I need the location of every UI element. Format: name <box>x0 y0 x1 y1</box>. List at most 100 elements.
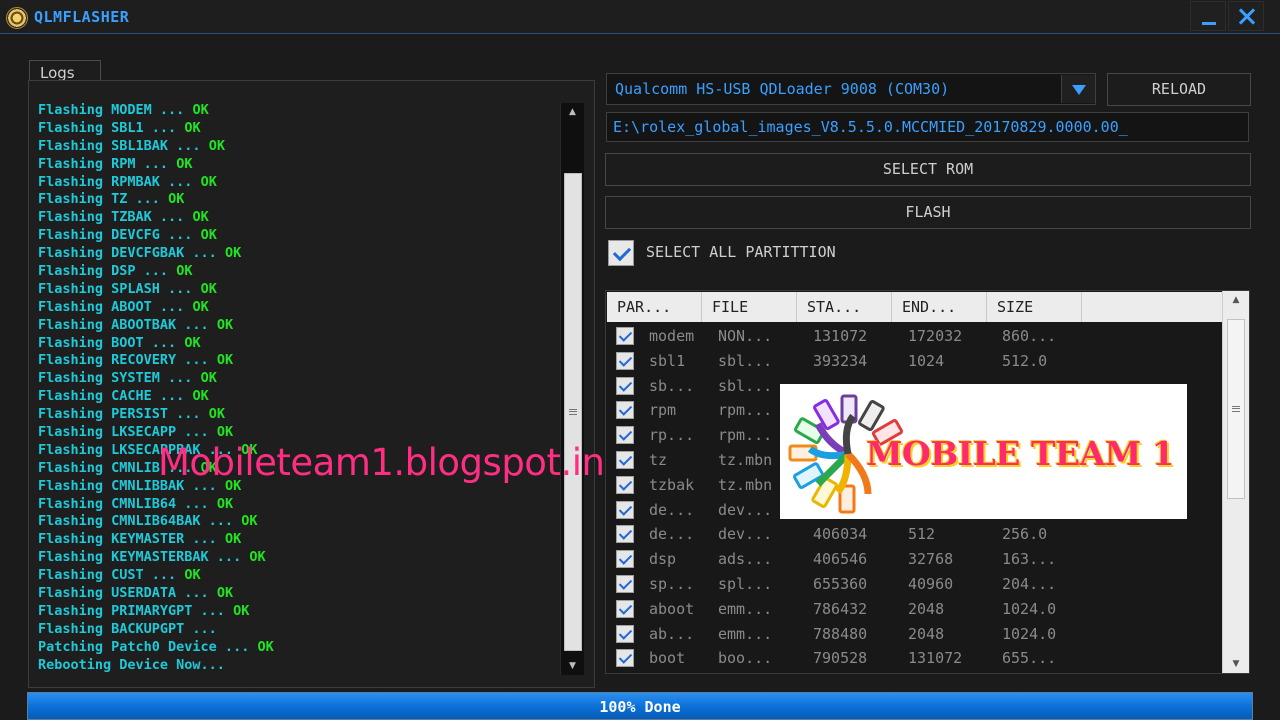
log-line-status: OK <box>176 155 193 172</box>
scroll-up-icon[interactable]: ▲ <box>1223 293 1249 307</box>
row-checkbox[interactable] <box>616 327 634 345</box>
table-row[interactable]: boot boo... 790528 131072 655... <box>612 646 1222 671</box>
row-checkbox[interactable] <box>616 649 634 668</box>
row-checkbox[interactable] <box>616 376 634 395</box>
log-line-text: Flashing USERDATA ... <box>38 585 209 602</box>
column-header-file[interactable]: FILE <box>702 292 797 322</box>
table-row[interactable]: aboot emm... 786432 2048 1024.0 <box>612 597 1222 622</box>
cell-file: tz.mbn <box>718 451 773 469</box>
column-header-start[interactable]: STA... <box>797 292 892 322</box>
log-line-status: OK <box>241 513 258 530</box>
log-line: Flashing SBL1BAK ... OK <box>38 138 558 156</box>
row-checkbox[interactable] <box>616 426 634 445</box>
scroll-down-icon[interactable]: ▼ <box>1223 657 1249 671</box>
log-line: Flashing CACHE ... OK <box>38 388 558 406</box>
row-checkbox[interactable] <box>616 599 634 618</box>
log-line: Flashing SYSTEM ... OK <box>38 370 558 388</box>
log-line: Flashing BACKUPGPT ... <box>38 621 558 639</box>
cell-part: modem <box>649 327 695 345</box>
scroll-up-icon[interactable]: ▲ <box>561 105 584 119</box>
log-line: Flashing MODEM ... OK <box>38 102 558 120</box>
port-select-value: Qualcomm HS-USB QDLoader 9008 (COM30) <box>615 80 950 98</box>
progress-bar: 100% Done <box>27 692 1253 720</box>
select-rom-button[interactable]: SELECT ROM <box>605 153 1251 186</box>
log-line-status: OK <box>168 191 185 208</box>
cell-size: 1024.0 <box>1002 624 1057 643</box>
cell-start: 406034 <box>813 525 868 544</box>
logs-scroll-thumb[interactable] <box>564 173 582 651</box>
log-line-text: Rebooting Device Now... <box>38 656 225 673</box>
log-line: Flashing KEYMASTERBAK ... OK <box>38 549 558 567</box>
cell-file: spl... <box>718 575 773 593</box>
port-select[interactable]: Qualcomm HS-USB QDLoader 9008 (COM30) <box>606 73 1096 105</box>
dropdown-arrow-icon[interactable] <box>1061 75 1095 103</box>
log-line: Flashing ABOOTBAK ... OK <box>38 317 558 335</box>
log-line: Flashing DSP ... OK <box>38 263 558 281</box>
column-header-end[interactable]: END... <box>892 292 987 322</box>
table-scrollbar[interactable]: ▲ ▼ <box>1222 291 1249 673</box>
cell-part: de... <box>649 525 695 544</box>
cell-size: 512.0 <box>1002 351 1048 370</box>
row-checkbox[interactable] <box>616 500 634 519</box>
table-row[interactable]: sp... spl... 655360 40960 204... <box>612 572 1222 597</box>
table-row[interactable]: dsp ads... 406546 32768 163... <box>612 547 1222 572</box>
log-line-text: Flashing CUST ... <box>38 567 177 584</box>
log-line-status: OK <box>184 119 201 136</box>
cell-size: 860... <box>1002 327 1057 345</box>
row-checkbox[interactable] <box>616 351 634 370</box>
log-line-text: Flashing TZ ... <box>38 191 160 208</box>
select-all-checkbox[interactable] <box>608 240 634 266</box>
flash-button[interactable]: FLASH <box>605 196 1251 229</box>
row-checkbox[interactable] <box>616 401 634 420</box>
cell-part: ab... <box>649 624 695 643</box>
cell-part: dsp <box>649 550 677 569</box>
log-line: Flashing LKSECAPP ... OK <box>38 424 558 442</box>
log-line: Flashing PRIMARYGPT ... OK <box>38 603 558 621</box>
log-line-text: Flashing DSP ... <box>38 263 169 280</box>
log-line: Flashing USERDATA ... OK <box>38 585 558 603</box>
log-line: Flashing KEYMASTER ... OK <box>38 531 558 549</box>
row-checkbox[interactable] <box>616 575 634 593</box>
log-line-status: OK <box>200 173 217 190</box>
cell-part: sp... <box>649 575 695 593</box>
table-row[interactable]: de... dev... 406034 512 256.0 <box>612 522 1222 547</box>
cell-size: 256.0 <box>1002 525 1048 544</box>
log-line: Flashing DEVCFG ... OK <box>38 227 558 245</box>
table-header: PAR... FILE STA... END... SIZE <box>607 292 1226 322</box>
row-checkbox[interactable] <box>616 451 634 469</box>
table-row[interactable]: sbl1 sbl... 393234 1024 512.0 <box>612 349 1222 374</box>
cell-file: emm... <box>718 599 773 618</box>
log-line-text: Flashing SYSTEM ... <box>38 370 193 387</box>
close-button[interactable] <box>1228 1 1264 31</box>
table-scroll-thumb[interactable] <box>1227 319 1245 499</box>
table-row[interactable]: ab... emm... 788480 2048 1024.0 <box>612 622 1222 647</box>
reload-button[interactable]: RELOAD <box>1107 73 1251 106</box>
log-line: Flashing RPM ... OK <box>38 156 558 174</box>
row-checkbox[interactable] <box>616 475 634 494</box>
log-line-text: Flashing KEYMASTER ... <box>38 531 217 548</box>
log-line-text: Flashing ABOOT ... <box>38 298 185 315</box>
log-line-status: OK <box>184 567 201 584</box>
scroll-down-icon[interactable]: ▼ <box>561 659 584 673</box>
log-line-status: OK <box>200 370 217 387</box>
log-line: Flashing ABOOT ... OK <box>38 299 558 317</box>
mobile-team-logo: MOBILE TEAM 1 <box>780 384 1187 519</box>
log-line-status: OK <box>192 298 209 315</box>
column-header-partition[interactable]: PAR... <box>607 292 702 322</box>
rom-path-field[interactable]: E:\rolex_global_images_V8.5.5.0.MCCMIED_… <box>606 112 1249 142</box>
log-line-text: Flashing DEVCFG ... <box>38 227 193 244</box>
cell-file: dev... <box>718 525 773 544</box>
log-line-status: OK <box>224 531 242 548</box>
logs-scrollbar[interactable]: ▲ ▼ <box>560 103 584 675</box>
cell-end: 512 <box>908 525 936 544</box>
row-checkbox[interactable] <box>616 525 634 544</box>
row-checkbox[interactable] <box>616 624 634 643</box>
table-row[interactable]: modem NON... 131072 172032 860... <box>612 324 1222 349</box>
progress-label: 100% Done <box>599 698 681 716</box>
column-header-size[interactable]: SIZE <box>987 292 1082 322</box>
minimize-button[interactable] <box>1190 1 1226 31</box>
row-checkbox[interactable] <box>616 550 634 569</box>
log-line-text: Flashing CMNLIB64BAK ... <box>38 513 234 530</box>
log-line: Flashing CMNLIB64 ... OK <box>38 496 558 514</box>
cell-start: 393234 <box>813 351 868 370</box>
